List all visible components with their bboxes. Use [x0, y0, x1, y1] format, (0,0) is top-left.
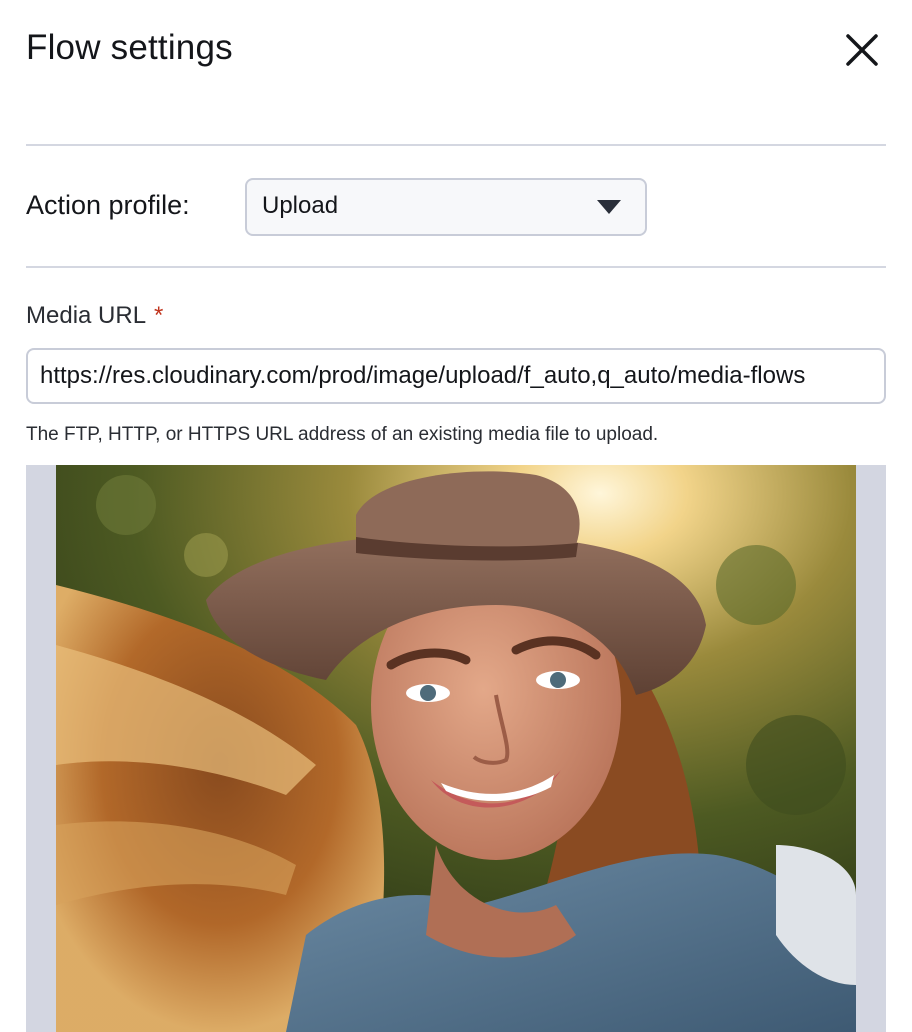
media-url-input[interactable]: [26, 348, 886, 404]
media-preview: [26, 465, 886, 1032]
action-profile-label: Action profile:: [26, 190, 190, 220]
preview-image: [56, 465, 856, 1032]
action-profile-row: Action profile: Upload: [26, 178, 886, 236]
profile-divider: [26, 266, 886, 268]
required-asterisk: *: [154, 302, 164, 329]
media-url-helper-text: The FTP, HTTP, or HTTPS URL address of a…: [26, 424, 659, 445]
flow-settings-panel: Flow settings Action profile: Upload Med…: [0, 0, 912, 1032]
caret-down-icon: [597, 200, 621, 214]
action-profile-select[interactable]: Upload: [245, 178, 647, 236]
header-divider: [26, 144, 886, 146]
action-profile-value: Upload: [262, 192, 339, 219]
panel-header: Flow settings: [26, 26, 886, 78]
media-url-label-text: Media URL: [26, 302, 147, 329]
media-url-label: Media URL *: [26, 302, 163, 330]
close-icon[interactable]: [844, 32, 880, 68]
panel-title: Flow settings: [26, 28, 233, 67]
